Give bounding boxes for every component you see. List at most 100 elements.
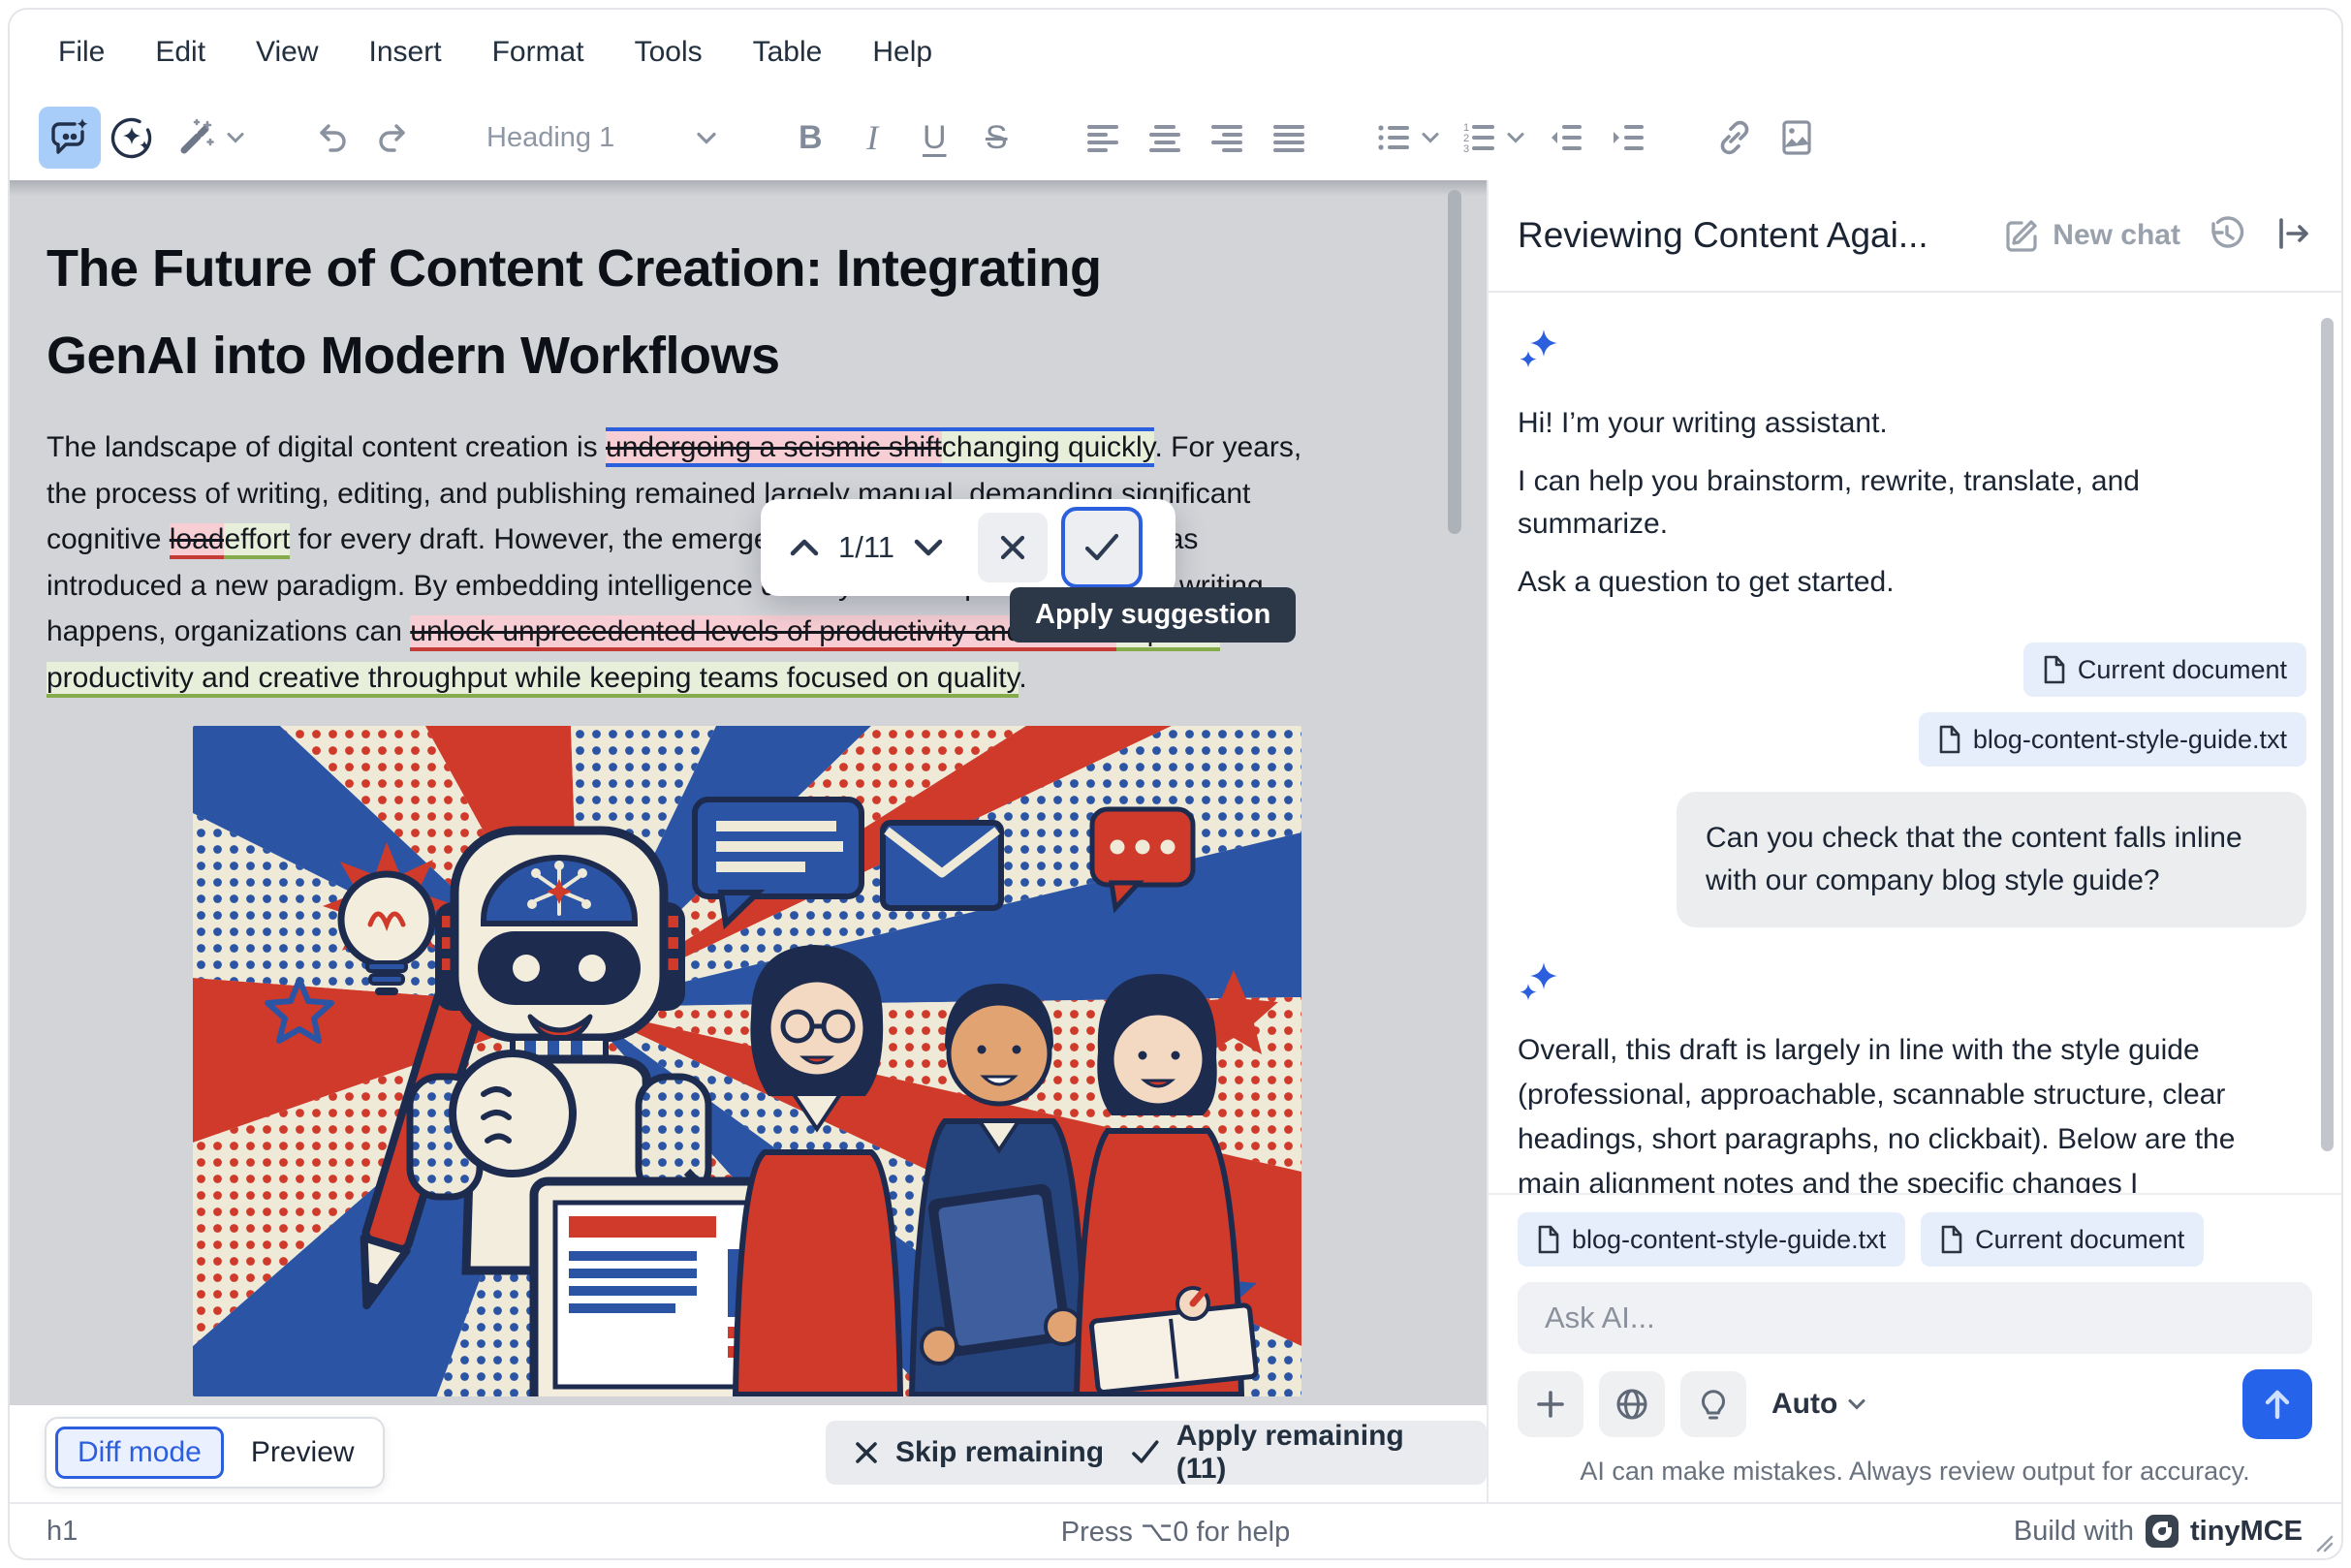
ai-assistant-button[interactable] <box>39 107 101 169</box>
format-select[interactable]: Heading 1 <box>469 107 735 169</box>
editor-canvas[interactable]: The Future of Content Creation: Integrat… <box>10 180 1487 1405</box>
document-illustration[interactable] <box>193 726 1301 1396</box>
menu-table[interactable]: Table <box>728 24 848 80</box>
apply-remaining-button[interactable]: Apply remaining (11) <box>1103 1421 1487 1485</box>
context-chip-current-document[interactable]: Current document <box>2023 643 2306 697</box>
indent-button[interactable] <box>1597 107 1659 169</box>
web-search-button[interactable] <box>1599 1371 1665 1437</box>
compose-icon <box>2002 216 2041 255</box>
review-strip: Diff mode Preview Skip remaining Apply r… <box>10 1405 1487 1502</box>
magic-wand-icon <box>173 116 216 159</box>
ai-shortcuts-button[interactable] <box>101 107 163 169</box>
undo-icon <box>310 116 353 159</box>
document-page[interactable]: The Future of Content Creation: Integrat… <box>10 180 1487 1405</box>
ideas-button[interactable] <box>1680 1371 1746 1437</box>
check-icon <box>1130 1439 1161 1466</box>
apply-remaining-label: Apply remaining (11) <box>1176 1420 1459 1486</box>
view-mode-toggle: Diff mode Preview <box>45 1417 385 1489</box>
reject-suggestion-button[interactable] <box>978 513 1048 582</box>
people-motif <box>736 945 1257 1395</box>
arrow-up-icon <box>2258 1385 2297 1424</box>
preview-mode-button[interactable]: Preview <box>232 1429 374 1476</box>
element-path: h1 <box>47 1516 78 1548</box>
paragraph-text: cognitive <box>47 523 170 555</box>
check-icon <box>1083 532 1120 563</box>
bullet-list-icon <box>1374 118 1413 157</box>
assistant-reply: Overall, this draft is largely in line w… <box>1518 1028 2298 1193</box>
menu-insert[interactable]: Insert <box>344 24 467 80</box>
collapse-sidebar-button[interactable] <box>2273 214 2312 258</box>
paragraph-text: . <box>1019 662 1026 694</box>
context-chip-label: blog-content-style-guide.txt <box>1973 725 2287 755</box>
close-icon <box>853 1439 880 1466</box>
ask-ai-input[interactable] <box>1518 1282 2312 1354</box>
context-chip-style-guide[interactable]: blog-content-style-guide.txt <box>1919 712 2306 767</box>
align-left-button[interactable] <box>1072 107 1134 169</box>
align-justify-button[interactable] <box>1258 107 1320 169</box>
apply-suggestion-button[interactable] <box>1061 507 1143 588</box>
chevron-down-icon <box>1506 131 1525 144</box>
menu-help[interactable]: Help <box>847 24 957 80</box>
bullet-list-button[interactable] <box>1364 107 1450 169</box>
resize-grip[interactable] <box>2312 1531 2334 1552</box>
chevron-down-icon <box>1421 131 1440 144</box>
chevron-up-icon <box>788 537 821 558</box>
undo-button[interactable] <box>300 107 362 169</box>
chat-input-area: blog-content-style-guide.txt Current doc… <box>1489 1193 2341 1502</box>
link-icon <box>1713 116 1756 159</box>
plus-icon <box>1534 1388 1567 1421</box>
new-chat-button[interactable]: New chat <box>2002 216 2180 255</box>
history-icon <box>2206 212 2248 255</box>
previous-suggestion-button[interactable] <box>776 519 832 576</box>
underline-button[interactable]: U <box>903 107 965 169</box>
new-chat-label: New chat <box>2053 219 2180 252</box>
editor-column: The Future of Content Creation: Integrat… <box>10 180 1487 1502</box>
document-paragraph: The landscape of digital content creatio… <box>47 424 1448 701</box>
model-selector[interactable]: Auto <box>1771 1388 1866 1421</box>
next-suggestion-button[interactable] <box>900 519 956 576</box>
magic-wand-button[interactable] <box>163 107 256 169</box>
chevron-down-icon <box>912 537 945 558</box>
bold-button[interactable]: B <box>779 107 841 169</box>
strikethrough-button[interactable]: S <box>965 107 1027 169</box>
envelope-motif <box>883 823 1001 908</box>
align-center-icon <box>1145 118 1184 157</box>
skip-remaining-button[interactable]: Skip remaining <box>826 1421 1131 1485</box>
conversation-title: Reviewing Content Agai... <box>1518 215 1977 256</box>
image-icon <box>1775 116 1818 159</box>
apply-suggestion-tooltip: Apply suggestion <box>1010 587 1296 643</box>
redo-button[interactable] <box>362 107 424 169</box>
insert-link-button[interactable] <box>1704 107 1766 169</box>
align-center-button[interactable] <box>1134 107 1196 169</box>
add-attachment-button[interactable] <box>1518 1371 1583 1437</box>
editor-scrollbar[interactable] <box>1448 190 1461 534</box>
menu-edit[interactable]: Edit <box>130 24 231 80</box>
menu-format[interactable]: Format <box>467 24 610 80</box>
status-bar: h1 Press ⌥0 for help Build with tinyMCE <box>10 1502 2341 1558</box>
send-button[interactable] <box>2242 1369 2312 1439</box>
outdent-icon <box>1547 118 1585 157</box>
menu-file[interactable]: File <box>33 24 130 80</box>
input-chip-current-document[interactable]: Current document <box>1921 1212 2204 1267</box>
menu-view[interactable]: View <box>231 24 343 80</box>
italic-button[interactable]: I <box>841 107 903 169</box>
svg-text:3: 3 <box>1463 143 1469 155</box>
paragraph-text: The landscape of digital content creatio… <box>47 431 606 463</box>
selected-suggestion[interactable]: undergoing a seismic shiftchanging quick… <box>606 427 1154 467</box>
diff-mode-button[interactable]: Diff mode <box>55 1427 224 1479</box>
document-icon <box>1940 1225 1963 1254</box>
outdent-button[interactable] <box>1535 107 1597 169</box>
numbered-list-button[interactable]: 123 <box>1450 107 1535 169</box>
insert-image-button[interactable] <box>1766 107 1828 169</box>
menu-tools[interactable]: Tools <box>610 24 728 80</box>
document-icon <box>1537 1225 1560 1254</box>
input-chip-style-guide[interactable]: blog-content-style-guide.txt <box>1518 1212 1905 1267</box>
chevron-down-icon <box>1847 1397 1866 1411</box>
chat-history-button[interactable] <box>2206 212 2248 260</box>
tracked-deletion: load <box>170 523 225 559</box>
chat-scrollbar[interactable] <box>2321 318 2334 1151</box>
align-right-button[interactable] <box>1196 107 1258 169</box>
brand-name: tinyMCE <box>2190 1516 2303 1548</box>
underline-label: U <box>903 119 965 157</box>
help-shortcut-text: Press ⌥0 for help <box>10 1515 2341 1549</box>
